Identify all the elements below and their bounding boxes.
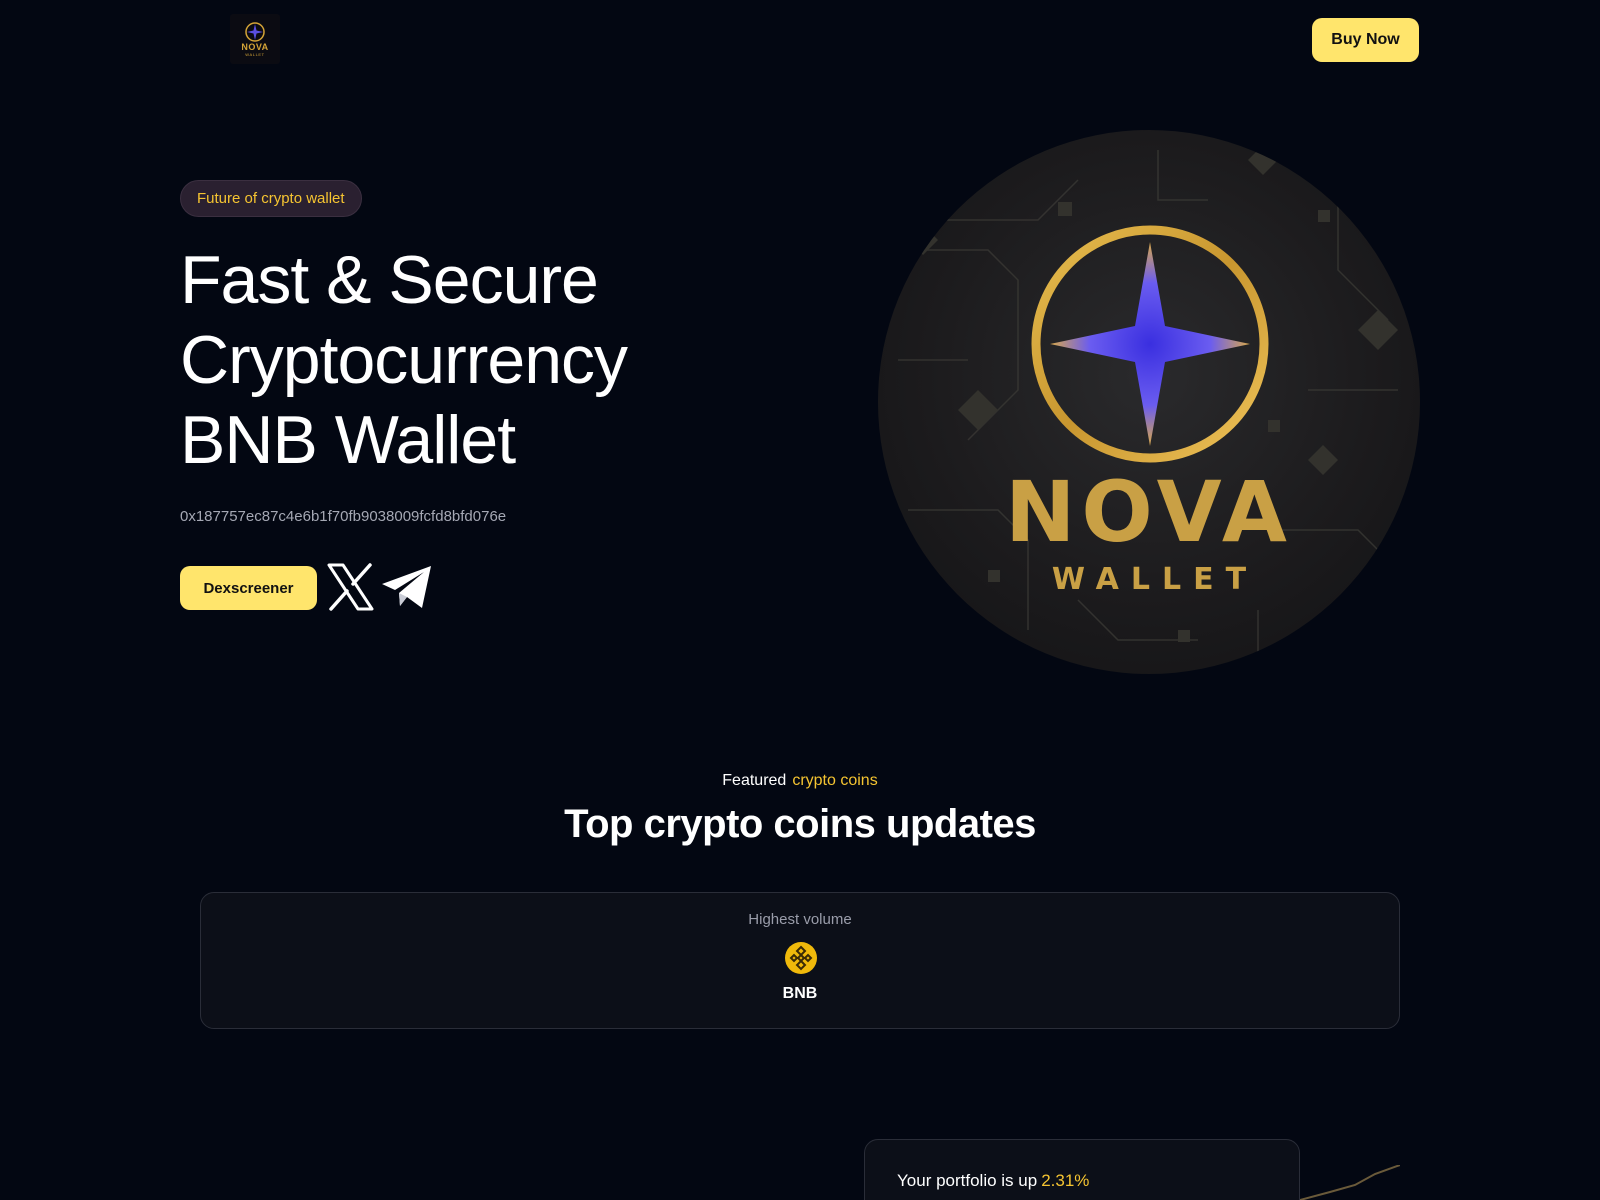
section-title: Top crypto coins updates <box>564 802 1036 846</box>
hero-art-brand: NOVA <box>1005 463 1293 561</box>
featured-prefix: Featured <box>722 772 787 789</box>
nova-star-icon <box>245 22 265 42</box>
header-logo[interactable]: NOVA WALLET <box>230 14 280 64</box>
portfolio-label: Your portfolio is up <box>897 1171 1038 1190</box>
hero-title-line: Fast & Secure <box>180 242 599 318</box>
hero-art-sub: WALLET <box>1051 562 1259 597</box>
featured-highlight: crypto coins <box>792 772 878 789</box>
portfolio-percent: 2.31% <box>1041 1171 1090 1190</box>
nova-star <box>1050 242 1250 446</box>
highest-volume-card[interactable]: Highest volume BNB <box>200 892 1400 1029</box>
x-twitter-icon[interactable] <box>325 562 375 612</box>
logo-text: NOVA <box>241 42 269 52</box>
portfolio-text: Your portfolio is up 2.31% <box>897 1171 1089 1191</box>
hero-tag-pill: Future of crypto wallet <box>180 180 362 217</box>
hero-title: Fast & Secure Cryptocurrency BNB Wallet <box>180 240 780 480</box>
hero-title-line: BNB Wallet <box>180 402 516 478</box>
featured-label: Featured crypto coins <box>0 772 1600 790</box>
nova-wallet-hero-image: NOVA WALLET <box>878 130 1420 674</box>
portfolio-trend-line <box>1300 1165 1400 1200</box>
bnb-icon <box>785 942 817 974</box>
logo-subtext: WALLET <box>245 52 265 57</box>
coin-name: BNB <box>782 985 818 1002</box>
card-label: Highest volume <box>748 911 852 928</box>
dexscreener-button[interactable]: Dexscreener <box>180 566 317 610</box>
portfolio-card: Your portfolio is up 2.31% <box>864 1139 1300 1200</box>
buy-now-button[interactable]: Buy Now <box>1312 18 1419 62</box>
hero-title-line: Cryptocurrency <box>180 322 628 398</box>
telegram-icon[interactable] <box>380 564 434 610</box>
contract-address[interactable]: 0x187757ec87c4e6b1f70fb9038009fcfd8bfd07… <box>180 508 506 525</box>
